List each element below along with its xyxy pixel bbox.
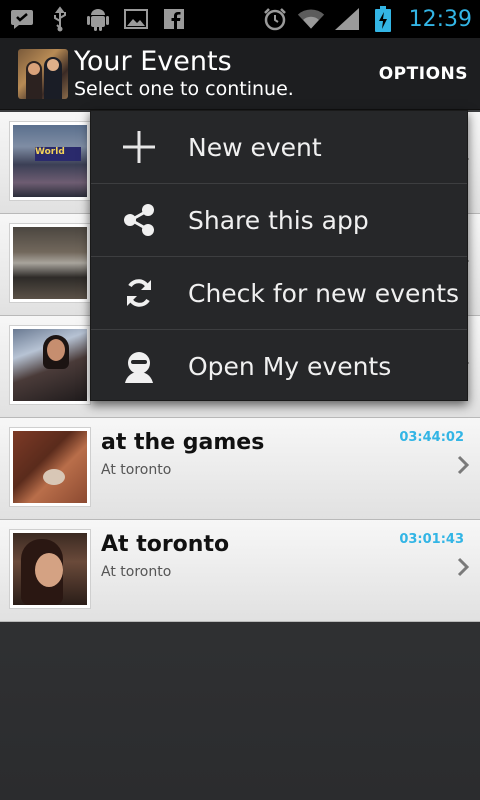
event-time: 03:01:43 — [399, 532, 464, 547]
menu-item-share-app[interactable]: Share this app — [91, 184, 467, 257]
options-menu: New event Share this app Check for new e… — [90, 110, 468, 401]
page-title: Your Events — [74, 45, 232, 77]
event-title: At toronto — [101, 532, 230, 557]
menu-item-label: Share this app — [188, 205, 369, 235]
menu-item-check-events[interactable]: Check for new events — [91, 257, 467, 330]
event-subtitle: At toronto — [101, 462, 172, 478]
usb-icon — [46, 5, 74, 33]
event-thumbnail — [9, 325, 91, 405]
event-thumbnail: World — [9, 121, 91, 201]
image-icon — [122, 5, 150, 33]
facebook-icon — [160, 5, 188, 33]
menu-item-label: Check for new events — [188, 278, 460, 308]
person-icon — [121, 349, 157, 385]
check-notification-icon — [8, 5, 36, 33]
app-avatar[interactable] — [18, 48, 68, 99]
menu-item-label: New event — [188, 132, 322, 162]
action-bar-text: Your Events Select one to continue. — [74, 45, 294, 101]
event-thumbnail — [9, 427, 91, 507]
chevron-right-icon — [457, 557, 470, 577]
event-row[interactable]: at the games At toronto 03:44:02 — [0, 418, 480, 520]
action-bar: Your Events Select one to continue. OPTI… — [0, 38, 480, 110]
alarm-icon — [261, 5, 289, 33]
event-row[interactable]: At toronto At toronto 03:01:43 — [0, 520, 480, 622]
status-clock: 12:39 — [408, 6, 472, 32]
signal-icon — [333, 5, 361, 33]
share-icon — [121, 202, 157, 238]
menu-item-new-event[interactable]: New event — [91, 111, 467, 184]
refresh-icon — [121, 275, 157, 311]
event-time: 03:44:02 — [399, 430, 464, 445]
page-subtitle: Select one to continue. — [74, 77, 294, 100]
chevron-right-icon — [457, 455, 470, 475]
menu-item-label: Open My events — [188, 352, 392, 381]
options-button[interactable]: OPTIONS — [379, 64, 468, 84]
plus-icon — [121, 129, 157, 165]
event-subtitle: At toronto — [101, 564, 172, 580]
status-bar: 12:39 — [0, 0, 480, 38]
event-thumbnail — [9, 223, 91, 303]
wifi-icon — [297, 5, 325, 33]
event-title: at the games — [101, 430, 265, 455]
menu-item-my-events[interactable]: Open My events — [91, 330, 467, 403]
battery-charging-icon — [369, 5, 397, 33]
android-icon — [84, 5, 112, 33]
event-thumbnail — [9, 529, 91, 609]
